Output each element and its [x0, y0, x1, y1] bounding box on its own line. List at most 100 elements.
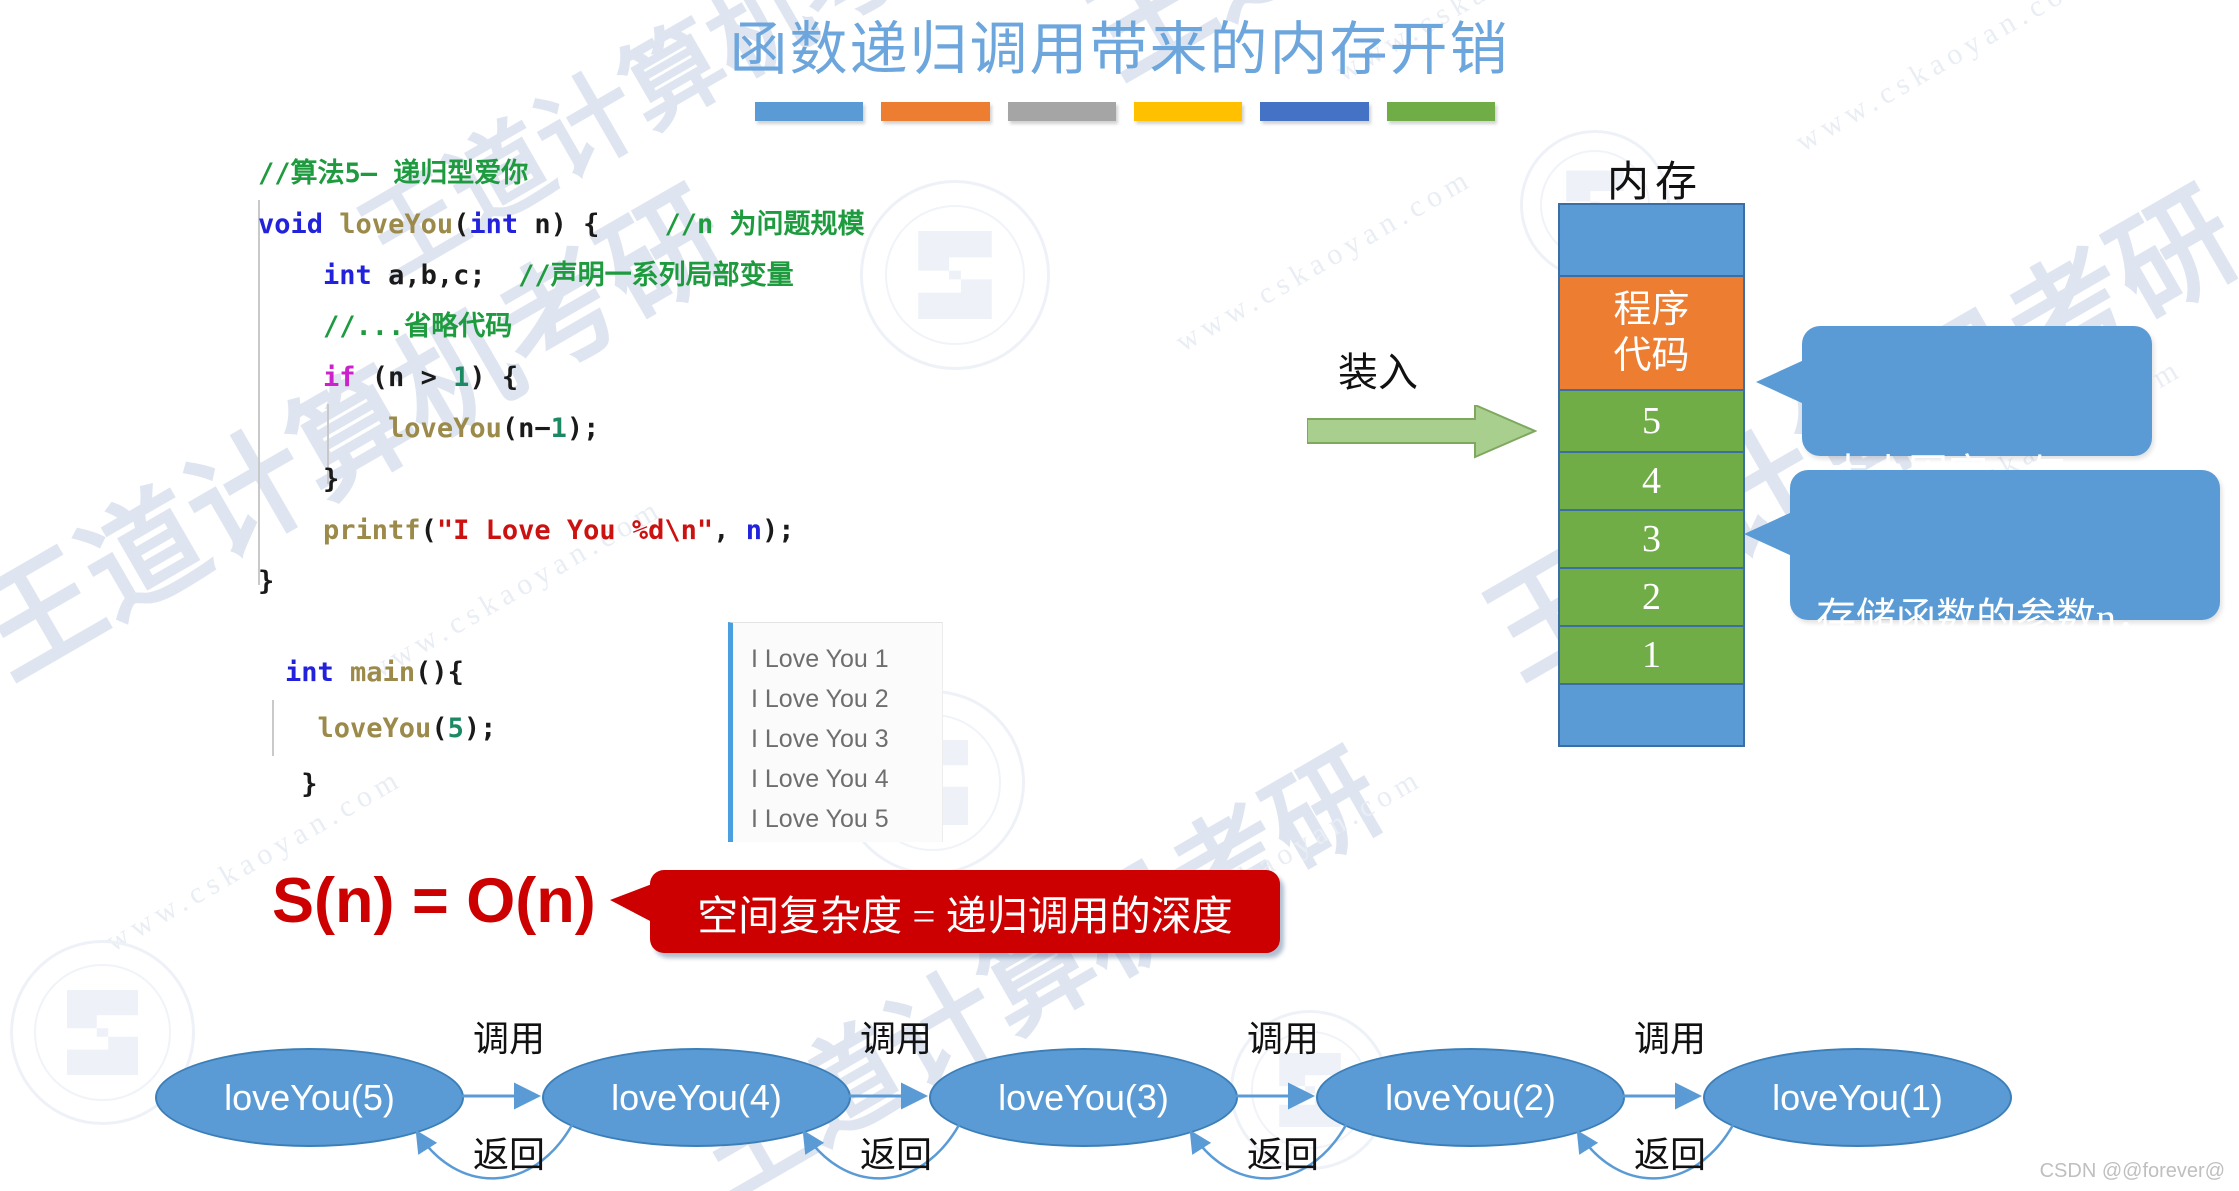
code-line: } — [258, 454, 864, 505]
code-token: ) { — [469, 362, 519, 393]
call-label: 调用 — [473, 1019, 546, 1059]
code-token: void — [258, 209, 324, 240]
code-line: void loveYou(int n) { //n 为问题规模 — [258, 199, 864, 250]
csdn-credit: CSDN @@forever@ — [2039, 1160, 2225, 1182]
watermark-seal-icon — [860, 180, 1050, 370]
callout-tail-icon — [1756, 360, 1804, 404]
memory-cell-2: 2 — [1560, 569, 1743, 627]
code-token: int — [285, 657, 334, 688]
code-token: ); — [463, 713, 497, 744]
watermark-url: www.cskaoyan.com — [1170, 161, 1479, 359]
code-token: loveYou — [317, 713, 432, 744]
title-accent-bar — [755, 102, 1495, 121]
code-token: //声明一系列局部变量 — [518, 260, 794, 291]
code-main-line: int main(){ — [285, 645, 496, 701]
code-token: main — [350, 657, 416, 688]
accent-bar-segment-6 — [1386, 102, 1495, 121]
code-token: ( — [420, 515, 437, 546]
slide-canvas: 王道计算机考研 王道计算机考研 王道计算机考研 王道计算机考研 王道计算机考研 … — [0, 0, 2239, 1191]
code-block-main-function: int main(){ loveYou(5); } — [285, 645, 496, 813]
memory-cell-5: 5 — [1560, 391, 1743, 453]
code-token: ( — [431, 713, 448, 744]
load-arrow-label: 装入 — [1338, 350, 1418, 395]
return-label: 返回 — [860, 1135, 933, 1175]
memory-stack: 程序 代码 5 4 3 2 1 — [1558, 203, 1745, 747]
space-complexity-formula: S(n) = O(n) — [272, 866, 596, 936]
redbox-text: 空间复杂度 = 递归调用的深度 — [697, 892, 1233, 939]
code-token: 1 — [453, 362, 470, 393]
code-token: n) { — [518, 209, 665, 240]
callout-stack-frame: 存储函数的参数n， 局部变量abc... — [1744, 470, 2220, 692]
memory-cell-程序代码: 程序 代码 — [1560, 277, 1743, 391]
code-token: } — [285, 769, 318, 800]
memory-cell-4: 4 — [1560, 453, 1743, 511]
memory-cell-3: 3 — [1560, 511, 1743, 569]
code-token: ( — [453, 209, 470, 240]
code-line: printf("I Love You %d\n", n); — [258, 505, 864, 556]
code-line: if (n > 1) { — [258, 352, 864, 403]
console-output-line: I Love You 4 — [751, 765, 889, 793]
code-token: if — [323, 362, 356, 393]
console-output-line: I Love You 1 — [751, 645, 889, 673]
code-line: loveYou(n−1); — [258, 403, 864, 454]
memory-cell-1: 1 — [1560, 627, 1743, 685]
code-token: } — [258, 464, 340, 495]
code-token: 5 — [447, 713, 464, 744]
code-line: int a,b,c; //声明一系列局部变量 — [258, 250, 864, 301]
code-token: } — [258, 566, 275, 597]
code-token: n — [745, 515, 762, 546]
load-arrow-icon — [1306, 403, 1538, 468]
code-token: loveYou — [339, 209, 454, 240]
callout-text: 存储函数的参数n， 局部变量abc... — [1816, 595, 2156, 692]
recursion-call-chain: loveYou(5) loveYou(4) loveYou(3) loveYou(2)… — [0, 1010, 2239, 1191]
memory-title: 内存 — [1606, 160, 1703, 206]
code-token: //...省略代码 — [323, 311, 513, 342]
code-token: printf — [323, 515, 421, 546]
code-token: int — [323, 260, 372, 291]
accent-bar-segment-5 — [1260, 102, 1369, 121]
page-title: 函数递归调用带来的内存开销 — [729, 17, 1510, 82]
code-token: ); — [761, 515, 795, 546]
code-indent-guide — [272, 700, 274, 756]
space-complexity-note: 空间复杂度 = 递归调用的深度 — [610, 870, 1280, 953]
code-line: } — [258, 556, 864, 607]
code-token: //算法5— 递归型爱你 — [258, 158, 529, 189]
code-line: //算法5— 递归型爱你 — [258, 148, 864, 199]
console-output-line: I Love You 5 — [751, 805, 889, 833]
redbox-tail-icon — [610, 884, 652, 922]
code-token: (n — [501, 413, 535, 444]
accent-bar-segment-3 — [1007, 102, 1116, 121]
code-block-recursive-function: //算法5— 递归型爱你 void loveYou(int n) { //n 为问… — [258, 148, 864, 607]
console-output-panel: I Love You 1 I Love You 2 I Love You 3 I Lo… — [728, 622, 943, 842]
call-label: 调用 — [860, 1019, 933, 1059]
code-token: "I Love You %d\n" — [436, 515, 714, 546]
code-token: , — [713, 515, 746, 546]
code-token: 1 — [550, 413, 567, 444]
memory-cell-free — [1560, 685, 1743, 745]
code-token: (){ — [415, 657, 464, 688]
code-line: //...省略代码 — [258, 301, 864, 352]
console-output-line: I Love You 2 — [751, 685, 889, 713]
call-label: 调用 — [1634, 1019, 1707, 1059]
code-token: (n > — [355, 362, 454, 393]
return-label: 返回 — [473, 1135, 546, 1175]
console-output-line: I Love You 3 — [751, 725, 889, 753]
code-token: loveYou — [388, 413, 502, 444]
memory-cell-free — [1560, 205, 1743, 277]
callout-tail-icon — [1744, 512, 1792, 556]
code-main-line: } — [285, 757, 496, 813]
accent-bar-segment-1 — [755, 102, 864, 121]
callout-program-code: 大小固定，与 问题规模无关 — [1756, 326, 2152, 548]
accent-bar-segment-2 — [881, 102, 990, 121]
return-label: 返回 — [1247, 1135, 1320, 1175]
accent-bar-segment-4 — [1133, 102, 1243, 121]
code-token: ); — [566, 413, 600, 444]
